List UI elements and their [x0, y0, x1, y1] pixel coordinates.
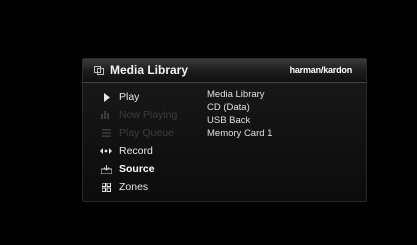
page-title: Media Library: [110, 63, 189, 77]
menu-item-now-playing: Now Playing: [99, 108, 209, 122]
media-library-icon: [94, 66, 104, 75]
menu-item-label: Now Playing: [119, 109, 178, 121]
menu-item-label: Play: [119, 91, 140, 103]
media-library-panel: Media Library harman/kardon Play Now Pla…: [82, 58, 367, 202]
menu-item-label: Record: [119, 145, 153, 157]
menu-item-play-queue: Play Queue: [99, 126, 209, 140]
menu-item-play[interactable]: Play: [99, 90, 209, 104]
menu-item-label: Play Queue: [119, 127, 174, 139]
menu-item-label: Zones: [119, 181, 149, 193]
source-item-usb-back[interactable]: USB Back: [207, 115, 250, 126]
menu-item-source[interactable]: Source: [99, 162, 209, 176]
brand-logo: harman/kardon: [289, 65, 353, 75]
title-bar: Media Library harman/kardon: [83, 59, 366, 83]
zones-grid-icon: [99, 182, 113, 192]
list-icon: [99, 129, 113, 137]
menu-item-record[interactable]: Record: [99, 144, 209, 158]
source-item-cd-data[interactable]: CD (Data): [207, 102, 250, 113]
play-icon: [99, 92, 113, 102]
menu-item-label: Source: [119, 163, 155, 175]
source-icon: [99, 164, 113, 174]
record-dots-icon: [99, 148, 113, 154]
menu-item-zones[interactable]: Zones: [99, 180, 209, 194]
source-item-media-library[interactable]: Media Library: [207, 89, 265, 100]
equalizer-bars-icon: [99, 111, 113, 119]
source-item-memory-card-1[interactable]: Memory Card 1: [207, 128, 272, 139]
